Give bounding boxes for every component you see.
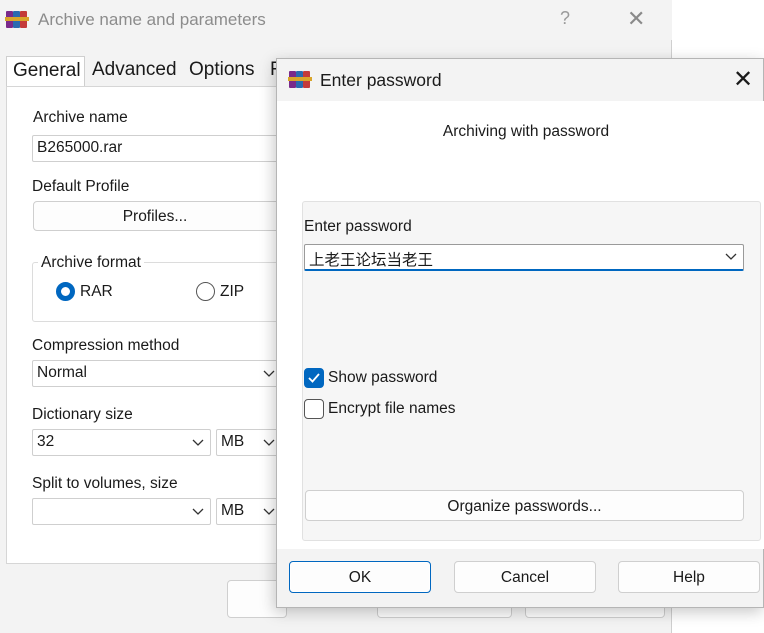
enter-password-dialog: Enter password ✕ Archiving with password… — [276, 58, 764, 608]
ok-button-label: OK — [348, 569, 372, 586]
dialog-subtitle: Archiving with password — [442, 123, 610, 140]
split-volumes-select[interactable] — [32, 498, 211, 525]
checkmark-icon — [308, 373, 320, 383]
show-password-checkbox[interactable] — [304, 368, 324, 388]
ok-button[interactable]: OK — [289, 561, 431, 593]
help-button-label: Help — [673, 569, 705, 586]
dialog-content: Archiving with password Enter password 上… — [277, 101, 764, 549]
archive-format-label: Archive format — [38, 254, 144, 272]
profiles-button[interactable]: Profiles... — [33, 201, 283, 231]
dictionary-size-value: 32 — [37, 433, 55, 450]
close-icon[interactable]: ✕ — [733, 65, 753, 94]
encrypt-file-names-checkbox[interactable] — [304, 399, 324, 419]
archive-name-label: Archive name — [33, 109, 128, 126]
split-unit-select[interactable]: MB — [216, 498, 282, 525]
profiles-button-label: Profiles... — [122, 208, 188, 225]
tab-advanced[interactable]: Advanced — [86, 56, 183, 86]
dictionary-unit-select[interactable]: MB — [216, 429, 282, 456]
tab-general[interactable]: General — [6, 56, 85, 88]
chevron-down-icon — [725, 253, 737, 260]
tab-options[interactable]: Options — [183, 56, 260, 86]
password-value: 上老王论坛当老王 — [309, 252, 434, 269]
rar-radio-label: RAR — [80, 283, 113, 300]
chevron-down-icon — [263, 439, 275, 446]
dialog-title: Enter password — [320, 70, 442, 90]
rar-radio[interactable] — [56, 282, 75, 301]
compression-method-label: Compression method — [32, 337, 180, 354]
organize-passwords-label: Organize passwords... — [447, 498, 602, 515]
winrar-icon — [288, 69, 312, 89]
back-window-title: Archive name and parameters — [38, 10, 266, 29]
back-titlebar: Archive name and parameters ? ✕ — [0, 0, 672, 40]
dictionary-size-label: Dictionary size — [32, 406, 133, 423]
organize-passwords-button[interactable]: Organize passwords... — [305, 490, 744, 521]
cancel-button-label: Cancel — [500, 569, 550, 586]
password-label: Enter password — [304, 218, 412, 235]
encrypt-file-names-label: Encrypt file names — [328, 400, 456, 417]
cancel-button[interactable]: Cancel — [454, 561, 596, 593]
split-volumes-label: Split to volumes, size — [32, 475, 178, 492]
back-close-icon[interactable]: ✕ — [627, 6, 645, 32]
default-profile-label: Default Profile — [32, 178, 130, 195]
archive-name-input[interactable]: B265000.rar — [32, 135, 282, 162]
chevron-down-icon — [192, 508, 204, 515]
help-button[interactable]: Help — [618, 561, 760, 593]
dictionary-unit-value: MB — [221, 433, 245, 450]
winrar-icon — [5, 9, 29, 29]
chevron-down-icon — [192, 439, 204, 446]
password-input[interactable]: 上老王论坛当老王 — [304, 244, 744, 271]
zip-radio[interactable] — [196, 282, 215, 301]
split-unit-value: MB — [221, 502, 245, 519]
password-group: Enter password 上老王论坛当老王 Show password En… — [302, 201, 761, 541]
compression-method-select[interactable]: Normal — [32, 360, 282, 387]
chevron-down-icon — [263, 508, 275, 515]
help-icon[interactable]: ? — [560, 8, 570, 29]
show-password-label: Show password — [328, 369, 438, 386]
zip-radio-label: ZIP — [220, 283, 245, 300]
compression-method-value: Normal — [37, 364, 87, 381]
dictionary-size-select[interactable]: 32 — [32, 429, 211, 456]
chevron-down-icon — [263, 370, 275, 377]
